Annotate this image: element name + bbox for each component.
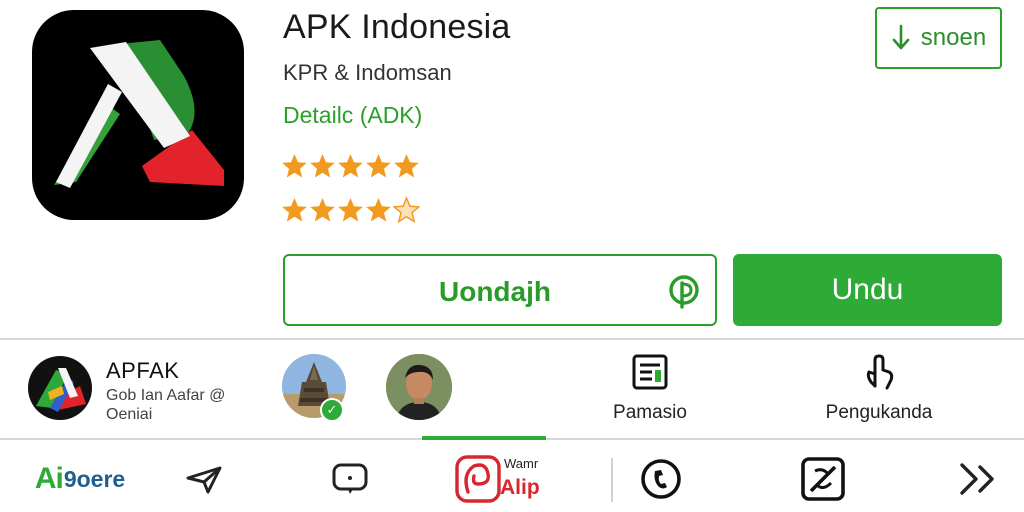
active-tab-top-label: Wamr bbox=[504, 456, 539, 471]
person-avatar[interactable] bbox=[386, 354, 452, 420]
news-list-icon bbox=[632, 354, 668, 390]
brand-logo-part-1: Ai bbox=[34, 462, 64, 495]
download-arrow-icon bbox=[892, 24, 910, 50]
active-tab-indicator bbox=[422, 436, 546, 440]
secondary-button-label: Uondajh bbox=[439, 276, 551, 307]
star-filled-icon bbox=[282, 198, 307, 222]
verified-badge-icon: ✓ bbox=[320, 398, 344, 422]
related-app-title[interactable]: APFAK bbox=[106, 358, 179, 384]
developer-name[interactable]: KPR & Indomsan bbox=[283, 60, 452, 86]
stat-pengukanda-label: Pengukanda bbox=[825, 402, 933, 423]
star-filled-icon bbox=[394, 154, 419, 178]
section-divider bbox=[0, 338, 1024, 340]
send-icon bbox=[186, 466, 222, 494]
related-app-subtitle: Gob Ian Aafar @ Oeniai bbox=[106, 386, 225, 424]
rating-stars-row-2 bbox=[281, 196, 420, 224]
phone-icon bbox=[641, 459, 681, 499]
star-filled-icon bbox=[366, 198, 391, 222]
chat-icon bbox=[332, 463, 368, 494]
star-filled-icon bbox=[310, 198, 335, 222]
star-filled-icon bbox=[366, 154, 391, 178]
star-filled-icon bbox=[310, 154, 335, 178]
app-icon bbox=[32, 10, 244, 220]
details-link[interactable]: Detailc (ADK) bbox=[283, 102, 422, 129]
app-title: APK Indonesia bbox=[283, 8, 511, 46]
related-app-logo[interactable] bbox=[28, 356, 92, 420]
tab-home-brand[interactable]: Ai 9oere bbox=[28, 452, 132, 506]
no-access-icon bbox=[801, 457, 845, 501]
tab-chat[interactable] bbox=[326, 452, 374, 506]
top-download-button[interactable]: snoen bbox=[875, 7, 1002, 69]
stat-pamasio-label: Pamasio bbox=[613, 402, 687, 423]
star-filled-icon bbox=[338, 198, 363, 222]
pinterest-like-icon bbox=[669, 275, 699, 309]
related-subtitle-line-2: Oeniai bbox=[106, 406, 153, 423]
related-subtitle-line-1: Gob Ian Aafar @ bbox=[106, 387, 226, 404]
tab-send[interactable] bbox=[180, 452, 230, 506]
tab-phone[interactable] bbox=[636, 452, 686, 506]
brand-logo-part-2: 9oere bbox=[63, 465, 126, 492]
top-button-label: snoen bbox=[920, 24, 987, 51]
active-app-icon bbox=[455, 455, 501, 503]
tab-no-access[interactable] bbox=[797, 452, 849, 506]
secondary-install-button[interactable]: Uondajh bbox=[283, 254, 717, 326]
star-filled-icon bbox=[338, 154, 363, 178]
stat-pamasio[interactable]: Pamasio bbox=[598, 352, 702, 424]
rating-stars-row-1 bbox=[281, 152, 420, 180]
star-filled-icon bbox=[282, 154, 307, 178]
stat-pengukanda[interactable]: Pengukanda bbox=[818, 352, 940, 424]
tab-separator bbox=[611, 458, 613, 502]
tab-alip-active[interactable]: Wamr Alip bbox=[452, 452, 552, 506]
chevron-right-double-icon bbox=[960, 463, 994, 495]
primary-download-button[interactable]: Undu bbox=[733, 254, 1002, 326]
star-empty-icon bbox=[393, 196, 420, 224]
active-tab-label: Alip bbox=[500, 476, 540, 499]
tap-hand-icon bbox=[866, 354, 894, 390]
tab-more[interactable] bbox=[954, 452, 1004, 506]
